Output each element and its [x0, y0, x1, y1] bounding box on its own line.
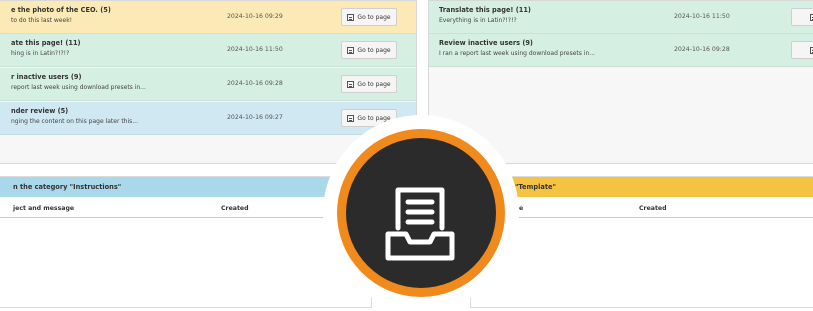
- task-message: I ran a report last week using download …: [439, 50, 596, 57]
- page-icon: [347, 80, 355, 88]
- task-message: to do this last week!: [11, 17, 73, 24]
- header-divider: [0, 217, 371, 218]
- go-to-page-button[interactable]: Go: [791, 8, 813, 26]
- header-divider: [471, 217, 813, 218]
- go-to-page-label: Go to page: [357, 80, 391, 88]
- column-header-subject[interactable]: e: [519, 205, 523, 212]
- task-date: 2024-10-16 11:50: [674, 13, 730, 20]
- column-header-subject[interactable]: ject and message: [13, 205, 74, 212]
- task-message: hing is in Latin?!?!?: [11, 50, 70, 57]
- go-to-page-button[interactable]: Go to page: [341, 8, 397, 26]
- task-row[interactable]: Translate this page! (11) Everything is …: [429, 1, 813, 34]
- page-icon: [347, 114, 355, 122]
- category-header: "Template": [471, 177, 813, 197]
- task-message: report last week using download presets …: [11, 84, 146, 91]
- task-row[interactable]: r inactive users (9) report last week us…: [0, 68, 416, 101]
- task-row[interactable]: ate this page! (11) hing is in Latin?!?!…: [0, 34, 416, 67]
- column-header-created[interactable]: Created: [639, 205, 667, 212]
- task-message: nging the content on this page later thi…: [11, 118, 138, 125]
- go-to-page-button[interactable]: Go: [791, 41, 813, 59]
- task-date: 2024-10-16 09:27: [227, 114, 283, 121]
- task-title: nder review (5): [11, 107, 69, 115]
- page-icon: [347, 46, 355, 54]
- go-to-page-button[interactable]: Go to page: [341, 75, 397, 93]
- go-to-page-label: Go to page: [357, 13, 391, 21]
- task-date: 2024-10-16 11:50: [227, 46, 283, 53]
- go-to-page-button[interactable]: Go to page: [341, 41, 397, 59]
- category-header: n the category "Instructions": [0, 177, 371, 197]
- task-date: 2024-10-16 09:29: [227, 13, 283, 20]
- task-title: ate this page! (11): [11, 39, 81, 47]
- category-instructions-panel: n the category "Instructions" ject and m…: [0, 176, 372, 308]
- task-date: 2024-10-16 09:28: [674, 46, 730, 53]
- task-title: e the photo of the CEO. (5): [11, 6, 111, 14]
- task-title: Review inactive users (9): [439, 39, 533, 47]
- category-template-panel: "Template" e Created: [470, 176, 813, 308]
- task-row[interactable]: e the photo of the CEO. (5) to do this l…: [0, 1, 416, 34]
- task-message: Everything is in Latin?!?!?: [439, 17, 517, 24]
- go-to-page-label: Go to page: [357, 46, 391, 54]
- task-title: r inactive users (9): [11, 73, 82, 81]
- page-icon: [347, 13, 355, 21]
- task-row[interactable]: nder review (5) nging the content on thi…: [0, 102, 416, 135]
- column-header-created[interactable]: Created: [221, 205, 249, 212]
- document-tray-icon: [385, 187, 455, 261]
- task-row[interactable]: Review inactive users (9) I ran a report…: [429, 34, 813, 67]
- task-date: 2024-10-16 09:28: [227, 80, 283, 87]
- task-title: Translate this page! (11): [439, 6, 531, 14]
